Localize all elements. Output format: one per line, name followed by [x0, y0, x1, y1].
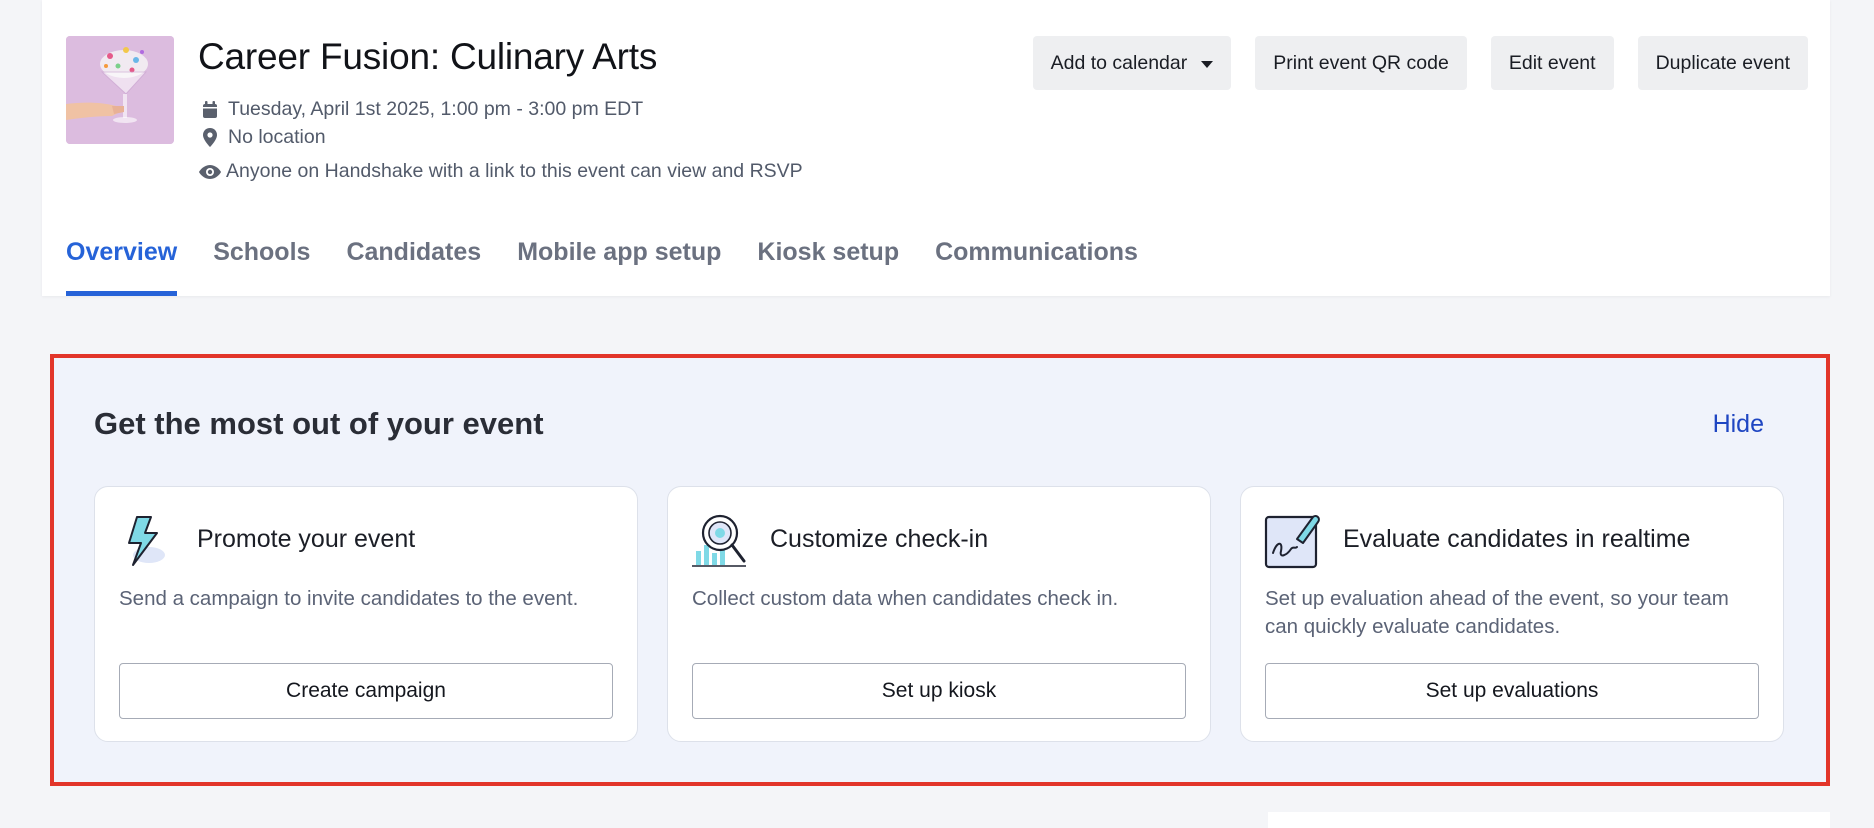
promo-title: Get the most out of your event — [94, 406, 544, 441]
tab-candidates[interactable]: Candidates — [346, 238, 481, 296]
edit-event-button[interactable]: Edit event — [1490, 36, 1614, 90]
cocktail-image — [66, 36, 174, 144]
event-actions: Add to calendar Print event QR code Edit… — [1032, 36, 1808, 90]
set-up-kiosk-button[interactable]: Set up kiosk — [692, 663, 1186, 719]
event-date: Tuesday, April 1st 2025, 1:00 pm - 3:00 … — [228, 98, 644, 120]
card-title: Evaluate candidates in realtime — [1343, 525, 1691, 553]
tab-schools[interactable]: Schools — [213, 238, 310, 296]
event-thumbnail — [66, 36, 174, 144]
card-description: Set up evaluation ahead of the event, so… — [1265, 587, 1729, 638]
print-qr-button[interactable]: Print event QR code — [1255, 36, 1467, 90]
lightning-icon — [117, 511, 175, 569]
add-to-calendar-label: Add to calendar — [1050, 51, 1188, 74]
set-up-evaluations-button[interactable]: Set up evaluations — [1265, 663, 1759, 719]
next-card-edge — [1268, 812, 1830, 828]
magnifier-chart-icon — [690, 511, 748, 569]
location-pin-icon — [200, 128, 220, 148]
duplicate-event-button[interactable]: Duplicate event — [1637, 36, 1808, 90]
signature-icon — [1263, 511, 1321, 569]
calendar-icon — [200, 100, 220, 120]
card-title: Customize check-in — [770, 525, 989, 553]
event-tabs: Overview Schools Candidates Mobile app s… — [66, 238, 1138, 296]
evaluate-candidates-card: Evaluate candidates in realtime Set up e… — [1240, 486, 1784, 742]
tab-kiosk-setup[interactable]: Kiosk setup — [757, 238, 899, 296]
tab-overview[interactable]: Overview — [66, 238, 178, 296]
tab-mobile-app-setup[interactable]: Mobile app setup — [517, 238, 721, 296]
event-visibility: Anyone on Handshake with a link to this … — [226, 160, 803, 182]
hide-link[interactable]: Hide — [1713, 410, 1764, 439]
tab-communications[interactable]: Communications — [935, 238, 1138, 296]
event-location-row: No location — [200, 126, 326, 149]
customize-checkin-card: Customize check-in Collect custom data w… — [667, 486, 1211, 742]
promote-event-card: Promote your event Send a campaign to in… — [94, 486, 638, 742]
card-description: Collect custom data when candidates chec… — [692, 587, 1119, 610]
promo-panel: Get the most out of your event Hide Prom… — [50, 354, 1830, 786]
create-campaign-button[interactable]: Create campaign — [119, 663, 613, 719]
card-title: Promote your event — [197, 525, 416, 553]
card-description: Send a campaign to invite candidates to … — [119, 587, 579, 610]
add-to-calendar-button[interactable]: Add to calendar — [1032, 36, 1232, 90]
event-title: Career Fusion: Culinary Arts — [198, 36, 658, 77]
event-visibility-row: Anyone on Handshake with a link to this … — [198, 160, 803, 183]
event-location: No location — [228, 126, 326, 148]
eye-icon — [198, 162, 222, 182]
event-date-row: Tuesday, April 1st 2025, 1:00 pm - 3:00 … — [200, 98, 643, 121]
caret-down-icon — [1201, 52, 1214, 75]
event-header: Career Fusion: Culinary Arts Tuesday, Ap… — [42, 0, 1830, 296]
